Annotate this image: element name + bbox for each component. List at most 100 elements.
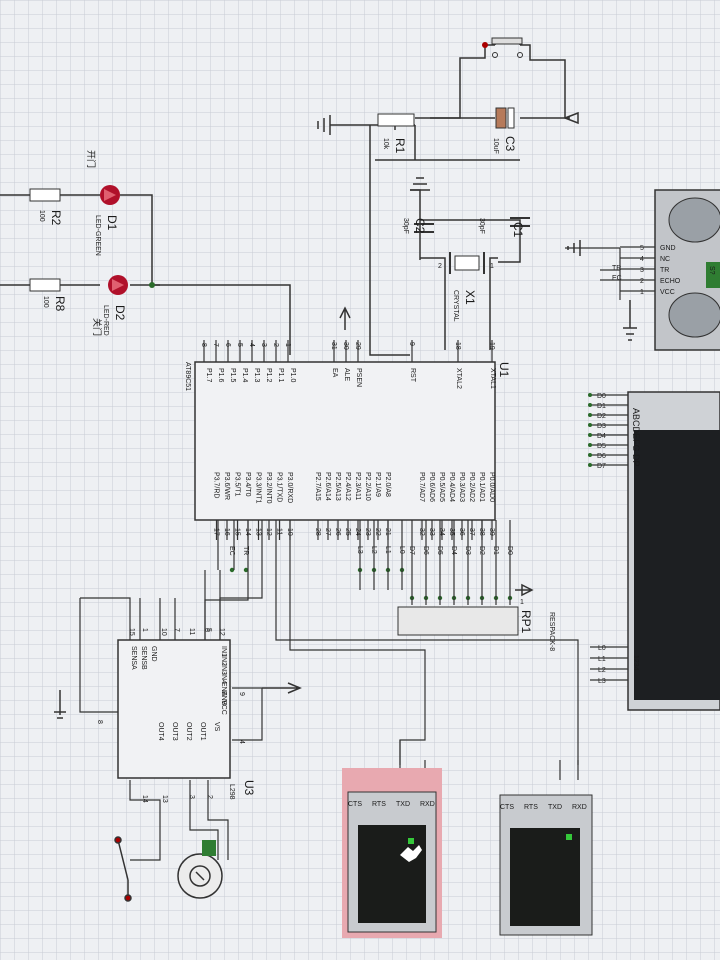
u1-pin-name: P1.3	[253, 368, 260, 383]
u3-pin-number: 11	[188, 628, 195, 635]
u3-ref: U3	[242, 780, 256, 796]
u1-pin-number: 27	[324, 528, 331, 536]
sensor-ref: S?	[708, 266, 715, 275]
u1-pin-name: P3.5/T1	[234, 472, 241, 497]
u1-pin-number: 3	[260, 343, 267, 347]
u3-pin-name: OUT3	[171, 722, 178, 741]
u1-pin-name: EA	[331, 368, 338, 378]
x1-pin1: 1	[490, 263, 494, 270]
sensor-pin-name: ECHO	[660, 278, 681, 285]
junction-dot	[588, 403, 592, 407]
c2-value: 30pF	[402, 218, 409, 234]
u1-pin-number: 36	[458, 528, 465, 536]
u1-pin-name: P0.5/AD5	[438, 472, 445, 502]
u1-pin-name: P2.5/A13	[334, 472, 341, 501]
u1-pin-number: 1	[284, 343, 291, 347]
u3-pin-number: 10	[160, 628, 167, 636]
u1-pin-name: P3.1/TXD	[276, 472, 283, 502]
lcd-data-net: D2	[597, 413, 606, 420]
rp1-ref: RP1	[519, 610, 533, 634]
u1-pin-number: 30	[342, 342, 349, 350]
junction-dot	[588, 453, 592, 457]
terminal2-pin: CTS	[500, 804, 514, 811]
terminal1-pin: TXD	[396, 801, 410, 808]
switch-terminal[interactable]	[482, 42, 488, 48]
u1-pin-name: P1.2	[265, 368, 272, 383]
u1-pin-number: 39	[488, 528, 495, 536]
u3-pin-name: VCC	[220, 700, 227, 715]
u1-pin-number: 13	[255, 528, 262, 536]
u1-pin-name: XTAL2	[455, 368, 462, 389]
u1-pin-number: 28	[314, 528, 321, 536]
u1-pin-name: P0.0/AD0	[488, 472, 495, 502]
u1-pin-name: PSEN	[355, 368, 362, 387]
u1-pin-name: P0.3/AD3	[458, 472, 465, 502]
u1-pin-name: P1.6	[217, 368, 224, 383]
lcd-data-net: D0	[597, 393, 606, 400]
terminal2-pin: RXD	[572, 804, 587, 811]
sensor-pin-name: VCC	[660, 289, 675, 296]
r1-ref: R1	[393, 138, 407, 154]
u3-pin-number: 13	[161, 795, 168, 803]
u1-pin-name: P0.4/AD4	[448, 472, 455, 502]
rp1-pin: 1	[520, 599, 524, 606]
sensor-pin-number: 3	[640, 267, 644, 274]
u3-pin-number: 9	[238, 692, 245, 696]
u1-pin-number: 9	[408, 342, 415, 346]
lcd-data-net: D7	[597, 463, 606, 470]
lcd-data-net: D1	[597, 403, 606, 410]
d1-label: 开门	[86, 150, 97, 168]
u1-pin-number: 16	[223, 528, 230, 536]
junction-dot	[588, 423, 592, 427]
r2-value: 100	[38, 210, 45, 222]
d2-part: LED-RED	[102, 305, 109, 336]
r2-ref: R2	[49, 210, 63, 226]
terminal2-pin: TXD	[548, 804, 562, 811]
u1-pin-number: 32	[418, 528, 425, 536]
green-marker	[566, 834, 572, 840]
u1-pin-name: P0.1/AD1	[478, 472, 485, 502]
lcd-digit-net: L3	[598, 678, 606, 685]
u1-pin-number: 22	[374, 528, 381, 536]
lcd-data-net: D5	[597, 443, 606, 450]
u3-pin-number: 12	[218, 628, 225, 636]
u3-pin-name: OUT1	[199, 722, 206, 741]
u1-pin-number: 5	[236, 343, 243, 347]
lcd-data-net: D6	[597, 453, 606, 460]
c2-ref: C2	[413, 218, 427, 234]
terminal2[interactable]: RXD TXD RTS CTS	[499, 794, 593, 936]
d2-label: 关门	[92, 318, 103, 336]
u1-pin-name: P2.6/A14	[324, 472, 331, 501]
u1-pin-name: P0.2/AD2	[468, 472, 475, 502]
u1-pin-name: ALE	[343, 368, 350, 382]
u1-pin-name: P2.0/A8	[384, 472, 391, 497]
u1-pin-name: P3.6/WR	[223, 472, 230, 500]
u1-pin-name: XTAL1	[489, 368, 496, 389]
u3-part: L298	[228, 784, 235, 800]
u3-pin-number: 2	[206, 795, 213, 799]
sensor-pin-name: TR	[660, 267, 669, 274]
terminal1[interactable]: RXD TXD RTS CTS	[347, 791, 437, 933]
u1-pin-number: 19	[488, 342, 495, 350]
u1-pin-name: P2.1/A9	[374, 472, 381, 497]
x1-ref: X1	[463, 290, 477, 305]
sensor-pin-name: GND	[660, 245, 676, 252]
switch-icon[interactable]	[491, 37, 523, 45]
lcd-digit-net: L1	[598, 656, 606, 663]
u1-pin-name: P1.7	[205, 368, 212, 383]
d2-ref: D2	[113, 305, 127, 321]
sensor-pin-number: 4	[640, 256, 644, 263]
u1-pin-number: 37	[468, 528, 475, 536]
sensor-pin-name: NC	[660, 256, 670, 263]
schematic-canvas: R1 10k C3 10uF C1 30pF C2 30pF X1 CRYSTA…	[0, 0, 720, 960]
u1-pin-name: P1.4	[241, 368, 248, 383]
u1-pin-number: 12	[265, 528, 272, 536]
u3-pin-number: 3	[188, 795, 195, 799]
u3-pin-name: SENSB	[140, 646, 147, 670]
u1-pin-number: 34	[438, 528, 445, 536]
r8-value: 100	[42, 296, 49, 308]
u1-ref: U1	[497, 362, 511, 378]
u1-pin-name: P2.4/A12	[344, 472, 351, 501]
u1-pin-number: 31	[330, 342, 337, 350]
lcd-digit-net: L0	[598, 645, 606, 652]
